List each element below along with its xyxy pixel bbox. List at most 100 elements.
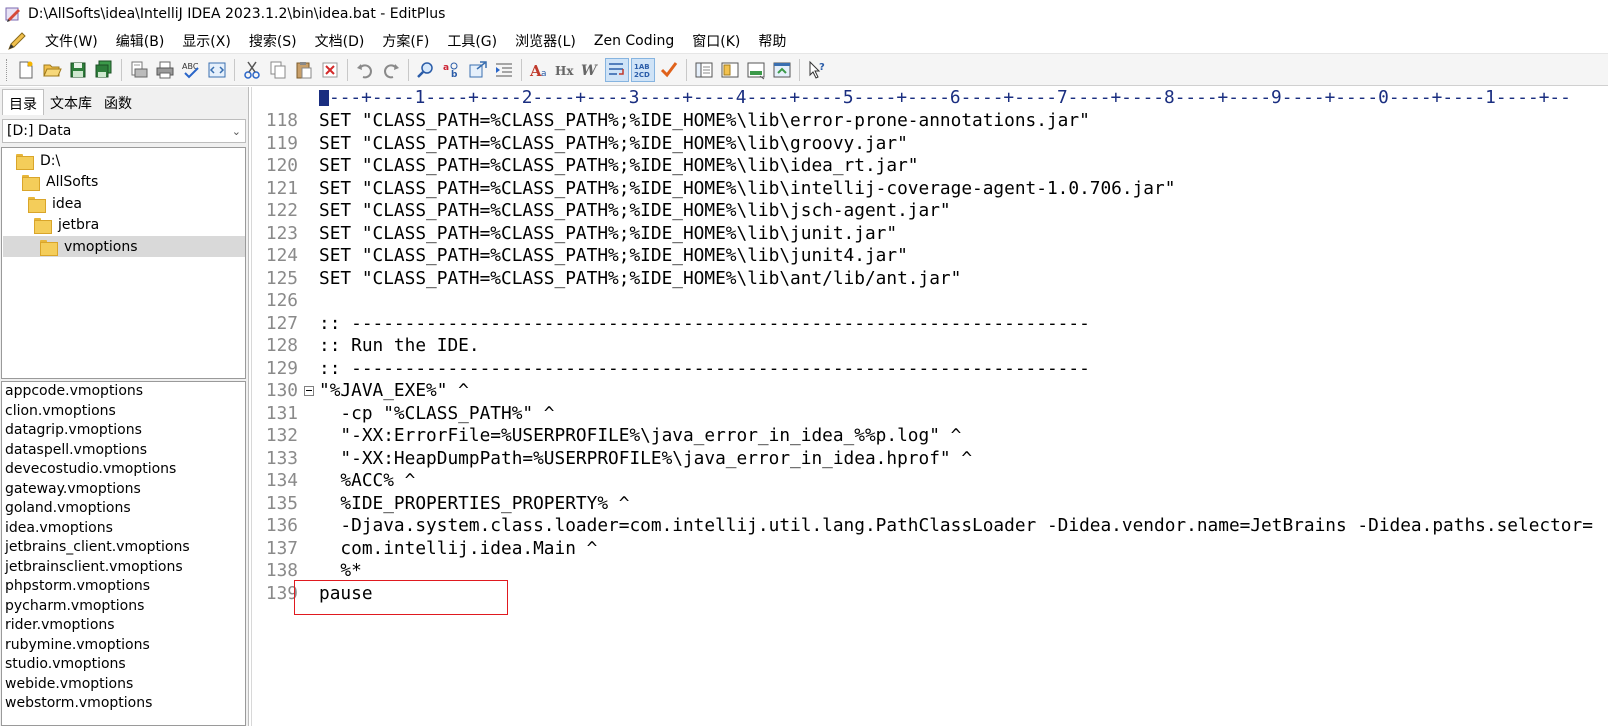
code-line[interactable]: 118 SET "CLASS_PATH=%CLASS_PATH%;%IDE_HOM… bbox=[252, 110, 1608, 133]
code-line[interactable]: 137 com.intellij.idea.Main ^ bbox=[252, 538, 1608, 561]
menu-browser[interactable]: 浏览器(L) bbox=[506, 31, 585, 51]
line-text: SET "CLASS_PATH=%CLASS_PATH%;%IDE_HOME%\… bbox=[319, 155, 919, 176]
clip-text-icon[interactable] bbox=[692, 58, 716, 82]
menu-window[interactable]: 窗口(K) bbox=[683, 31, 749, 51]
word-wrap-icon[interactable]: W bbox=[579, 58, 603, 82]
list-item[interactable]: phpstorm.vmoptions bbox=[2, 577, 245, 597]
cut-icon[interactable] bbox=[240, 58, 264, 82]
code-line[interactable]: 129:: ----------------------------------… bbox=[252, 358, 1608, 381]
code-line[interactable]: 122 SET "CLASS_PATH=%CLASS_PATH%;%IDE_HOM… bbox=[252, 200, 1608, 223]
paste-icon[interactable] bbox=[292, 58, 316, 82]
list-item[interactable]: jetbrains_client.vmoptions bbox=[2, 538, 245, 558]
menu-zen-coding[interactable]: Zen Coding bbox=[585, 33, 683, 49]
list-item[interactable]: webide.vmoptions bbox=[2, 675, 245, 695]
list-item[interactable]: clion.vmoptions bbox=[2, 402, 245, 422]
chevron-down-icon: ⌄ bbox=[231, 124, 241, 138]
list-item[interactable]: jetbrainsclient.vmoptions bbox=[2, 558, 245, 578]
list-item[interactable]: idea.vmoptions bbox=[2, 519, 245, 539]
new-file-icon[interactable] bbox=[14, 58, 38, 82]
list-item[interactable]: goland.vmoptions bbox=[2, 499, 245, 519]
menu-project[interactable]: 方案(F) bbox=[373, 31, 438, 51]
line-numbers-icon[interactable]: 1AB 2CD bbox=[631, 57, 655, 82]
save-icon[interactable] bbox=[66, 58, 90, 82]
list-item[interactable]: datagrip.vmoptions bbox=[2, 421, 245, 441]
tree-item[interactable]: idea bbox=[28, 193, 244, 214]
indent-icon[interactable] bbox=[492, 58, 516, 82]
code-line[interactable]: 131 -cp "%CLASS_PATH%" ^ bbox=[252, 403, 1608, 426]
line-number: 123 bbox=[265, 222, 298, 244]
code-line[interactable]: 125 SET "CLASS_PATH=%CLASS_PATH%;%IDE_HOM… bbox=[252, 268, 1608, 291]
tree-item[interactable]: jetbra bbox=[34, 214, 244, 235]
list-item[interactable]: webstorm.vmoptions bbox=[2, 694, 245, 714]
copy-icon[interactable] bbox=[266, 58, 290, 82]
code-line[interactable]: 119 SET "CLASS_PATH=%CLASS_PATH%;%IDE_HOM… bbox=[252, 133, 1608, 156]
html-preview-icon[interactable] bbox=[205, 58, 229, 82]
save-all-icon[interactable] bbox=[92, 58, 116, 82]
tab-directory[interactable]: 目录 bbox=[2, 89, 44, 115]
code-line[interactable]: 127:: ----------------------------------… bbox=[252, 313, 1608, 336]
code-line[interactable]: 123 SET "CLASS_PATH=%CLASS_PATH%;%IDE_HOM… bbox=[252, 223, 1608, 246]
pencil-icon[interactable] bbox=[6, 30, 28, 52]
code-line[interactable]: 130 "%JAVA_EXE%" ^ bbox=[252, 380, 1608, 403]
tree-item[interactable]: vmoptions bbox=[3, 236, 245, 257]
menu-help[interactable]: 帮助 bbox=[749, 31, 795, 51]
title-bar: D:\AllSofts\idea\IntelliJ IDEA 2023.1.2\… bbox=[0, 0, 1608, 28]
list-item[interactable]: studio.vmoptions bbox=[2, 655, 245, 675]
code-line[interactable]: 120 SET "CLASS_PATH=%CLASS_PATH%;%IDE_HOM… bbox=[252, 155, 1608, 178]
list-item[interactable]: dataspell.vmoptions bbox=[2, 441, 245, 461]
spell-check-icon[interactable]: ABC bbox=[179, 58, 203, 82]
line-wrap-icon[interactable] bbox=[605, 57, 629, 82]
menu-file[interactable]: 文件(W) bbox=[36, 31, 107, 51]
line-number: 128 bbox=[265, 335, 298, 356]
tree-item-label: AllSofts bbox=[46, 173, 99, 190]
code-line[interactable]: 136 -Djava.system.class.loader=com.intel… bbox=[252, 515, 1608, 538]
tree-item[interactable]: D:\ bbox=[16, 150, 244, 171]
replace-icon[interactable]: ab bbox=[440, 58, 464, 82]
print-preview-icon[interactable] bbox=[127, 58, 151, 82]
code-line[interactable]: 135 %IDE_PROPERTIES_PROPERTY% ^ bbox=[252, 493, 1608, 516]
output-window-icon[interactable] bbox=[744, 58, 768, 82]
directory-window-icon[interactable] bbox=[718, 58, 742, 82]
print-icon[interactable] bbox=[153, 58, 177, 82]
menu-edit[interactable]: 编辑(B) bbox=[107, 31, 174, 51]
code-line[interactable]: 124 SET "CLASS_PATH=%CLASS_PATH%;%IDE_HOM… bbox=[252, 245, 1608, 268]
find-icon[interactable] bbox=[414, 58, 438, 82]
menu-tools[interactable]: 工具(G) bbox=[438, 31, 506, 51]
list-item[interactable]: rubymine.vmoptions bbox=[2, 636, 245, 656]
line-text: "-XX:HeapDumpPath=%USERPROFILE%\java_err… bbox=[319, 447, 973, 469]
code-line[interactable]: 128:: Run the IDE. bbox=[252, 335, 1608, 358]
list-item[interactable]: appcode.vmoptions bbox=[2, 382, 245, 402]
open-file-icon[interactable] bbox=[40, 58, 64, 82]
editor[interactable]: ---+----1----+----2----+----3----+----4-… bbox=[251, 87, 1608, 726]
tree-item[interactable]: AllSofts bbox=[22, 171, 244, 192]
undo-icon[interactable] bbox=[353, 58, 377, 82]
line-number: 134 bbox=[265, 470, 298, 491]
goto-icon[interactable] bbox=[466, 58, 490, 82]
browser-icon[interactable] bbox=[770, 58, 794, 82]
line-text: com.intellij.idea.Main ^ bbox=[319, 537, 598, 559]
list-item[interactable]: devecostudio.vmoptions bbox=[2, 460, 245, 480]
code-line[interactable]: 133 "-XX:HeapDumpPath=%USERPROFILE%\java… bbox=[252, 448, 1608, 471]
code-line[interactable]: 134 %ACC% ^ bbox=[252, 470, 1608, 493]
menu-search[interactable]: 搜索(S) bbox=[240, 31, 306, 51]
delete-icon[interactable] bbox=[318, 58, 342, 82]
code-line[interactable]: 126 bbox=[252, 290, 1608, 313]
list-item[interactable]: rider.vmoptions bbox=[2, 616, 245, 636]
hex-icon[interactable]: Hx bbox=[553, 58, 577, 82]
check-icon[interactable] bbox=[657, 58, 681, 82]
tab-cliptext[interactable]: 文本库 bbox=[44, 89, 98, 115]
menu-view[interactable]: 显示(X) bbox=[173, 31, 240, 51]
redo-icon[interactable] bbox=[379, 58, 403, 82]
font-icon[interactable]: Aa bbox=[527, 58, 551, 82]
drive-select[interactable]: [D:] Data ⌄ bbox=[2, 119, 246, 143]
fold-collapse-icon[interactable] bbox=[304, 386, 314, 396]
code-line[interactable]: 121 SET "CLASS_PATH=%CLASS_PATH%;%IDE_HOM… bbox=[252, 178, 1608, 201]
tab-functions[interactable]: 函数 bbox=[98, 89, 138, 115]
code-line[interactable]: 132 "-XX:ErrorFile=%USERPROFILE%\java_er… bbox=[252, 425, 1608, 448]
toolbar-grip[interactable] bbox=[6, 58, 9, 81]
list-item[interactable]: pycharm.vmoptions bbox=[2, 597, 245, 617]
menu-document[interactable]: 文档(D) bbox=[306, 31, 374, 51]
context-help-icon[interactable]: ? bbox=[805, 58, 829, 82]
line-number: 125 bbox=[265, 267, 298, 289]
list-item[interactable]: gateway.vmoptions bbox=[2, 480, 245, 500]
